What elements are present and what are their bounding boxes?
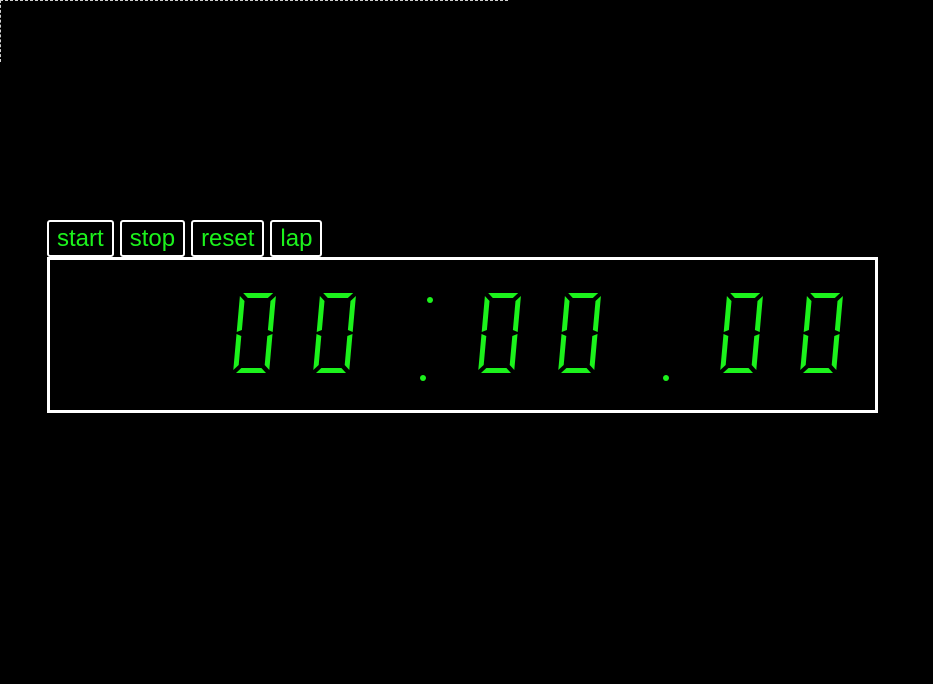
segment-f: [723, 296, 732, 332]
segment-b: [754, 296, 763, 332]
segment-b: [512, 296, 521, 332]
segment-b: [347, 296, 356, 332]
lap-button[interactable]: lap: [270, 220, 323, 257]
segment-a: [730, 293, 761, 298]
segment-f: [316, 296, 325, 332]
segment-a: [243, 293, 274, 298]
segment-d: [316, 368, 346, 373]
segment-f: [236, 296, 245, 332]
minutes-ones-digit: [558, 293, 601, 373]
segment-e: [233, 334, 242, 370]
hours-ones-digit: [313, 293, 356, 373]
colon-top-dot: [427, 297, 433, 303]
minutes-tens-digit: [478, 293, 521, 373]
segment-e: [478, 334, 487, 370]
segment-d: [561, 368, 591, 373]
segment-d: [481, 368, 511, 373]
reset-button[interactable]: reset: [191, 220, 265, 257]
time-display: 00:00.00: [47, 257, 878, 413]
segment-a: [810, 293, 841, 298]
segment-f: [803, 296, 812, 332]
segment-b: [592, 296, 601, 332]
segment-e: [313, 334, 322, 370]
stopwatch-controls: start stop reset lap: [47, 220, 323, 257]
segment-d: [723, 368, 753, 373]
stop-button[interactable]: stop: [119, 220, 186, 257]
centis-ones-digit: [800, 293, 843, 373]
segment-c: [264, 334, 273, 370]
segment-e: [720, 334, 729, 370]
start-button[interactable]: start: [47, 220, 114, 257]
seven-segment-display: [233, 293, 843, 381]
segment-f: [561, 296, 570, 332]
hours-tens-digit: [233, 293, 276, 373]
segment-c: [831, 334, 840, 370]
segment-d: [803, 368, 833, 373]
decimal-point-dot: [663, 375, 669, 381]
segment-c: [751, 334, 760, 370]
segment-a: [568, 293, 599, 298]
segment-a: [323, 293, 354, 298]
segment-d: [236, 368, 266, 373]
segment-c: [589, 334, 598, 370]
segment-e: [558, 334, 567, 370]
segment-f: [481, 296, 490, 332]
colon-bottom-dot: [420, 375, 426, 381]
centis-tens-digit: [720, 293, 763, 373]
segment-c: [344, 334, 353, 370]
segment-a: [488, 293, 519, 298]
focus-outline: [0, 0, 508, 62]
segment-c: [509, 334, 518, 370]
segment-b: [834, 296, 843, 332]
segment-b: [267, 296, 276, 332]
segment-e: [800, 334, 809, 370]
